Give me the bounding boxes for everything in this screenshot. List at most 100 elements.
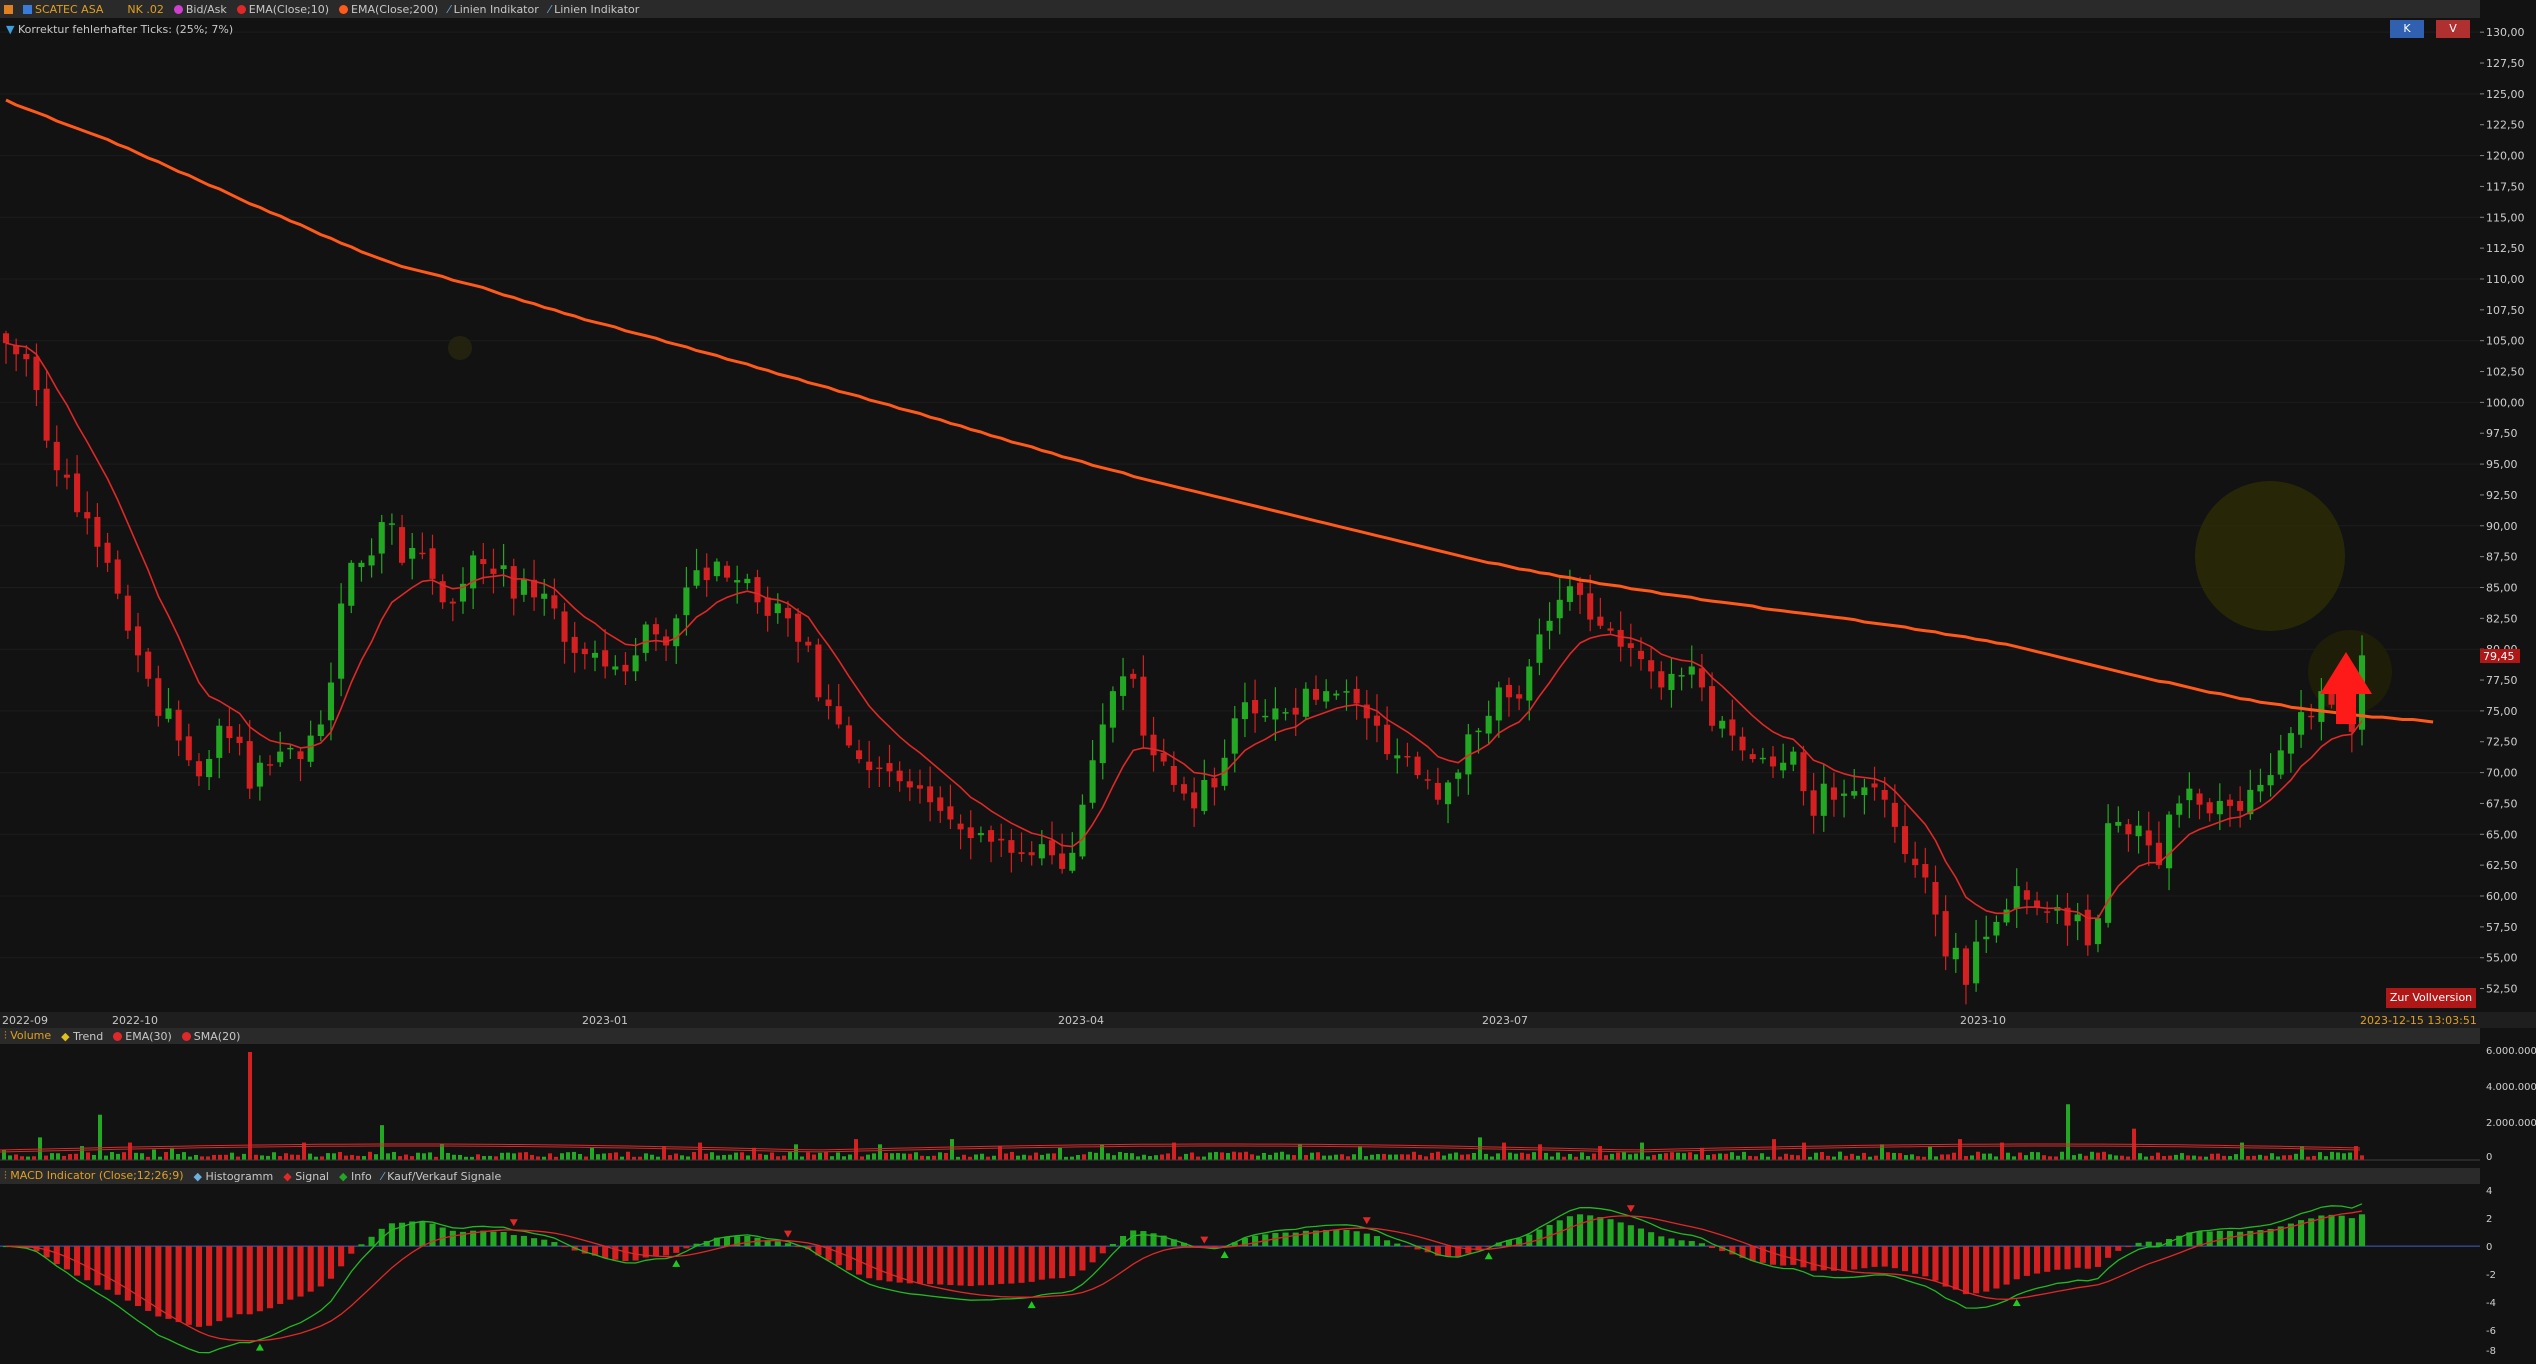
volume-bar <box>1118 1151 1122 1160</box>
price-tick-label: 87,50 <box>2486 551 2518 564</box>
volume-bar <box>1088 1151 1092 1160</box>
volume-bar <box>2240 1142 2244 1160</box>
macd-histogram-bar <box>409 1221 416 1247</box>
full-version-button[interactable]: Zur Vollversion <box>2386 988 2476 1008</box>
volume-bar <box>1844 1155 1848 1160</box>
candle <box>673 618 680 647</box>
candle <box>1942 911 1949 957</box>
legend-signal[interactable]: ◆ Signal <box>283 1170 329 1183</box>
volume-bar <box>1232 1151 1236 1160</box>
price-tick-label: 82,50 <box>2486 612 2518 625</box>
candle <box>1820 783 1827 816</box>
volume-axis-label: 2.000.000 <box>2486 1118 2536 1129</box>
macd-histogram-bar <box>1871 1246 1878 1267</box>
volume-bar <box>1274 1152 1278 1160</box>
legend-buy-sell[interactable]: ⁄ Kauf/Verkauf Signale <box>382 1170 501 1183</box>
volume-bar <box>398 1156 402 1160</box>
price-axis[interactable]: 130,00 127,50 125,00 122,50 120,00 117,50 115,… <box>2480 0 2536 1012</box>
macd-histogram-bar <box>1069 1246 1076 1277</box>
volume-bar <box>1040 1154 1044 1160</box>
legend-macd[interactable]: ⫶ MACD Indicator (Close;12;26;9) <box>4 1169 183 1183</box>
volume-bar <box>1796 1155 1800 1160</box>
volume-bar <box>1904 1155 1908 1160</box>
volume-bar <box>626 1151 630 1160</box>
signal-icon: ◆ <box>283 1169 296 1183</box>
candle <box>1099 724 1106 764</box>
volume-bar <box>1910 1154 1914 1160</box>
volume-axis-label: 4.000.000 <box>2486 1082 2536 1093</box>
macd-chart[interactable] <box>0 1184 2480 1360</box>
candle <box>1191 792 1198 809</box>
volume-bar <box>56 1153 60 1160</box>
candle <box>1333 693 1340 696</box>
volume-bar <box>1136 1156 1140 1160</box>
volume-bar <box>866 1154 870 1160</box>
legend-ema30[interactable]: EMA(30) <box>113 1030 172 1043</box>
price-chart[interactable] <box>0 26 2480 1012</box>
current-price-label: 79,45 <box>2483 650 2515 663</box>
indicator-ema10[interactable]: EMA(Close;10) <box>236 3 329 16</box>
volume-bar <box>764 1154 768 1160</box>
tick-correction-label[interactable]: ▼ Korrektur fehlerhafter Ticks: (25%; 7%… <box>6 23 233 36</box>
candle <box>358 562 365 567</box>
volume-bar <box>776 1156 780 1160</box>
candle <box>1678 675 1685 677</box>
candle <box>236 736 243 743</box>
macd-histogram-bar <box>551 1242 558 1247</box>
time-axis: 2022-09 2022-10 2023-01 2023-04 2023-07 … <box>0 1012 2536 1028</box>
macd-histogram-bar <box>236 1246 243 1315</box>
legend-trend[interactable]: ◆ Trend <box>61 1030 103 1043</box>
legend-volume[interactable]: ⫶ Volume <box>4 1029 51 1043</box>
candle <box>195 761 202 777</box>
candle <box>1069 852 1076 871</box>
volume-bar <box>14 1154 18 1160</box>
volume-bar <box>1202 1156 1206 1160</box>
candle <box>155 678 162 716</box>
volume-chart[interactable] <box>0 1044 2480 1164</box>
legend-sma20[interactable]: SMA(20) <box>181 1030 240 1043</box>
layout-icon[interactable] <box>4 4 13 14</box>
macd-histogram-bar <box>1089 1246 1096 1263</box>
volume-bar <box>1094 1152 1098 1160</box>
volume-bar <box>1316 1152 1320 1160</box>
volume-bar <box>896 1153 900 1160</box>
indicator-bid-ask[interactable]: Bid/Ask <box>173 3 227 16</box>
candle <box>1516 694 1523 699</box>
candle <box>845 725 852 746</box>
indicator-lines-2[interactable]: ⁄ Linien Indikator <box>549 3 640 16</box>
legend-histogram[interactable]: ◆ Histogramm <box>193 1170 273 1183</box>
volume-bar <box>2210 1153 2214 1160</box>
candle <box>84 512 91 519</box>
volume-bar <box>506 1152 510 1160</box>
volume-bar <box>536 1156 540 1160</box>
macd-histogram-bar <box>480 1230 487 1247</box>
macd-histogram-bar <box>1912 1246 1919 1274</box>
k-button[interactable]: K <box>2390 20 2424 38</box>
volume-bar <box>2006 1152 2010 1160</box>
candle <box>1780 762 1787 771</box>
candle <box>876 767 883 770</box>
macd-histogram-bar <box>1038 1246 1045 1280</box>
volume-bar <box>488 1155 492 1160</box>
indicator-ema200[interactable]: EMA(Close;200) <box>339 3 438 16</box>
volume-bar <box>2072 1155 2076 1160</box>
candle <box>1485 715 1492 734</box>
indicator-lines-1[interactable]: ⁄ Linien Indikator <box>448 3 539 16</box>
volume-bar <box>374 1154 378 1160</box>
candle <box>916 785 924 789</box>
candle <box>967 827 974 838</box>
macd-histogram-bar <box>500 1231 507 1247</box>
candle <box>206 759 213 778</box>
nk-label[interactable]: NK .02 <box>127 3 163 16</box>
legend-info[interactable]: ◆ Info <box>339 1170 372 1183</box>
symbol-label[interactable]: SCATEC ASA <box>23 3 103 16</box>
volume-bar <box>2348 1152 2352 1160</box>
price-tick-label: 115,00 <box>2486 211 2525 224</box>
candle <box>1424 779 1431 781</box>
volume-bar <box>1958 1139 1962 1160</box>
macd-histogram-bar <box>1394 1243 1401 1247</box>
volume-bar <box>1292 1155 1296 1160</box>
volume-bar <box>32 1156 36 1160</box>
volume-bar <box>1964 1155 1968 1160</box>
v-button[interactable]: V <box>2436 20 2470 38</box>
